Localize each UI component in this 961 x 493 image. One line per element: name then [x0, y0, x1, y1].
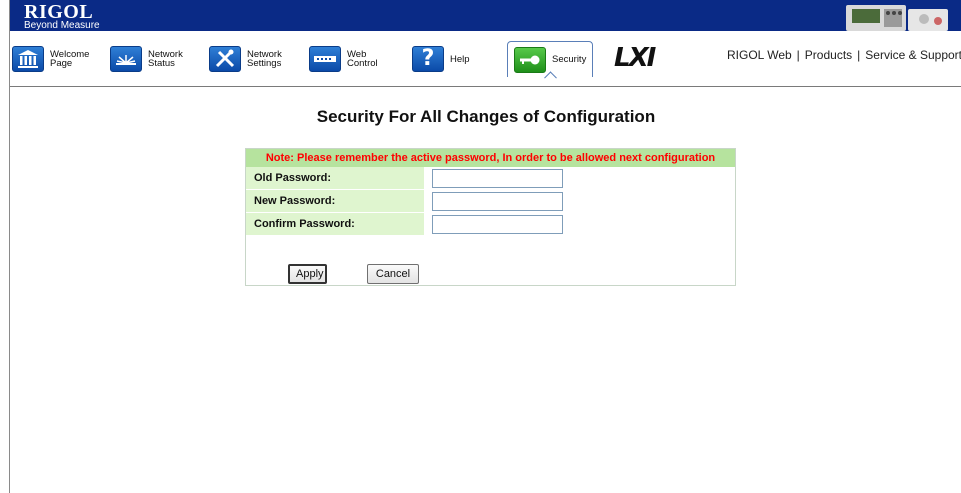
nav-network-settings[interactable]: Network Settings: [209, 44, 282, 74]
link-rigol-web[interactable]: RIGOL Web: [727, 48, 792, 62]
new-password-label: New Password:: [246, 190, 424, 213]
password-note: Note: Please remember the active passwor…: [246, 149, 735, 167]
nav-network-status[interactable]: Network Status: [110, 44, 183, 74]
header-banner: RIGOL Beyond Measure: [10, 0, 961, 31]
old-password-label: Old Password:: [246, 167, 424, 190]
main-nav: Welcome Page Network Status Network Sett…: [10, 31, 961, 87]
nav-label-help: Help: [450, 53, 470, 65]
old-password-input[interactable]: [432, 169, 563, 188]
tools-icon: [209, 46, 241, 72]
rigol-logo: RIGOL Beyond Measure: [24, 1, 100, 31]
new-password-input[interactable]: [432, 192, 563, 211]
network-status-icon: [110, 46, 142, 72]
confirm-password-row: Confirm Password:: [246, 213, 735, 236]
page-title: Security For All Changes of Configuratio…: [316, 107, 656, 126]
nav-label-welcome: Welcome Page: [50, 49, 90, 69]
cancel-button[interactable]: Cancel: [367, 264, 419, 284]
nav-label-network-status: Network Status: [148, 49, 183, 69]
nav-web-control[interactable]: Web Control: [309, 44, 378, 74]
top-links: RIGOL Web | Products | Service & Support: [727, 48, 961, 62]
new-password-row: New Password:: [246, 190, 735, 213]
link-products[interactable]: Products: [805, 48, 852, 62]
link-separator: |: [857, 48, 861, 62]
nav-welcome-page[interactable]: Welcome Page: [12, 44, 89, 74]
link-service-support[interactable]: Service & Support: [865, 48, 961, 62]
web-control-icon: [309, 46, 341, 72]
nav-label-security: Security: [552, 54, 587, 65]
nav-label-web-control: Web Control: [347, 49, 378, 69]
apply-button[interactable]: Apply: [288, 264, 327, 284]
nav-security[interactable]: Security: [507, 41, 594, 77]
main-content: Security For All Changes of Configuratio…: [10, 88, 961, 493]
nav-label-network-settings: Network Settings: [247, 49, 282, 69]
building-icon: [12, 46, 44, 72]
confirm-password-input[interactable]: [432, 215, 563, 234]
help-icon: ?: [412, 46, 444, 72]
page-frame: RIGOL Beyond Measure Welcome Page Networ…: [9, 0, 961, 493]
key-icon: [514, 46, 546, 73]
logo-brand-text: RIGOL: [24, 1, 94, 23]
old-password-row: Old Password:: [246, 167, 735, 190]
link-separator: |: [796, 48, 800, 62]
instrument-image: [828, 3, 958, 31]
confirm-password-label: Confirm Password:: [246, 213, 424, 236]
logo-tagline: Beyond Measure: [24, 20, 100, 31]
nav-help[interactable]: ? Help: [412, 44, 470, 74]
lxi-logo: LXI: [614, 43, 656, 73]
